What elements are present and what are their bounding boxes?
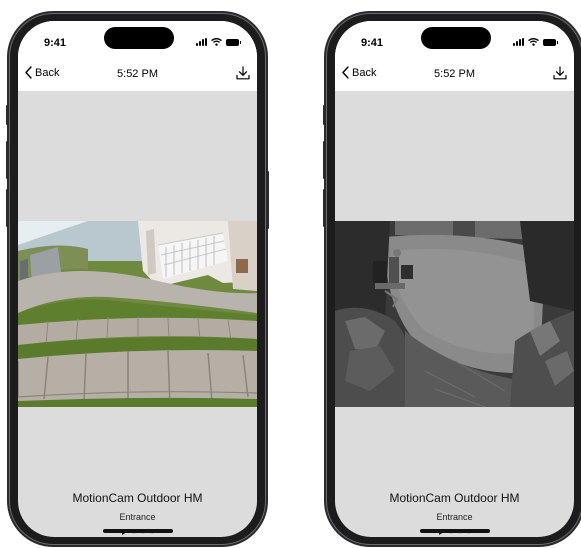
- screen: 9:41 Back 5:52 PM MotionCam Outdoor HM E…: [335, 21, 574, 537]
- nav-bar: Back 5:52 PM: [335, 59, 574, 87]
- download-icon[interactable]: [236, 66, 250, 80]
- volume-down-button: [323, 189, 326, 227]
- signal-icon: [513, 38, 524, 46]
- wifi-icon: [528, 38, 539, 46]
- video-frame-day[interactable]: [18, 221, 257, 407]
- status-bar: 9:41 Back 5:52 PM: [18, 21, 257, 91]
- dynamic-island: [104, 27, 174, 49]
- status-time: 9:41: [361, 37, 384, 49]
- volume-up-button: [323, 141, 326, 179]
- mute-switch: [6, 105, 9, 125]
- volume-up-button: [6, 141, 9, 179]
- home-indicator[interactable]: [103, 529, 173, 533]
- signal-icon: [196, 38, 207, 46]
- camera-location: Entrance: [119, 512, 156, 522]
- camera-location: Entrance: [436, 512, 473, 522]
- recording-time: 5:52 PM: [434, 68, 475, 80]
- nav-bar: Back 5:52 PM: [18, 59, 257, 87]
- power-button: [266, 171, 269, 229]
- mute-switch: [323, 105, 326, 125]
- screen: 9:41 Back 5:52 PM MotionCam Outdoor HM E…: [18, 21, 257, 537]
- battery-icon: [543, 38, 558, 46]
- volume-down-button: [6, 189, 9, 227]
- camera-name: MotionCam Outdoor HM: [389, 491, 520, 505]
- phone-right: 9:41 Back 5:52 PM MotionCam Outdoor HM E…: [323, 13, 581, 545]
- status-icons: [513, 38, 558, 46]
- phone-left: 9:41 Back 5:52 PM MotionCam Outdoor HM E…: [6, 13, 269, 545]
- video-frame-night[interactable]: [335, 221, 574, 407]
- download-icon[interactable]: [553, 66, 567, 80]
- dynamic-island: [421, 27, 491, 49]
- status-bar: 9:41 Back 5:52 PM: [335, 21, 574, 91]
- wifi-icon: [211, 38, 222, 46]
- home-indicator[interactable]: [420, 529, 490, 533]
- battery-icon: [226, 38, 241, 46]
- status-icons: [196, 38, 241, 46]
- status-time: 9:41: [44, 37, 67, 49]
- recording-time: 5:52 PM: [117, 68, 158, 80]
- camera-name: MotionCam Outdoor HM: [72, 491, 203, 505]
